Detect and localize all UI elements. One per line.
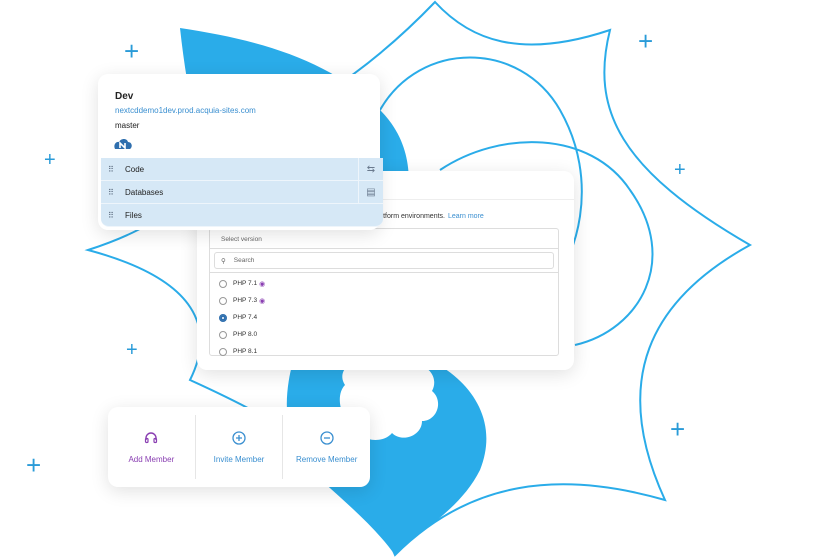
plus-decoration-icon: + <box>670 414 686 444</box>
plus-decoration-icon: + <box>124 36 140 66</box>
acquia-cloud-logo-icon <box>113 137 133 156</box>
support-icon: ◉ <box>259 297 266 305</box>
plus-decoration-icon: + <box>26 450 42 480</box>
minus-circle-icon <box>320 430 334 445</box>
plus-decoration-icon: + <box>674 159 686 181</box>
description-text: Platform environments. <box>373 213 445 220</box>
option-label: PHP 7.4 <box>233 314 258 321</box>
search-input[interactable]: ⚲ Search <box>214 252 554 269</box>
add-member-button[interactable]: Add Member <box>108 415 196 479</box>
env-row-code[interactable]: ⠿ Code ⇆ <box>101 158 383 181</box>
php-option[interactable]: PHP 7.4 <box>210 309 558 326</box>
php-description: Platform environments. Learn more <box>373 213 484 220</box>
php-option[interactable]: PHP 7.1 ◉ <box>210 275 558 292</box>
row-label: Databases <box>125 187 164 197</box>
environment-title: Dev <box>115 91 134 102</box>
option-label: PHP 8.1 <box>233 348 258 355</box>
php-version-dropdown[interactable]: Select version ⚲ Search PHP 7.1 ◉ PHP 7.3 ◉… <box>209 228 559 356</box>
php-option[interactable]: PHP 8.1 <box>210 343 558 360</box>
environment-url[interactable]: nextcddemo1dev.prod.acquia-sites.com <box>115 106 256 115</box>
drag-handle-icon[interactable]: ⠿ <box>108 211 116 219</box>
radio-button[interactable] <box>219 279 227 288</box>
plus-decoration-icon: + <box>44 149 56 171</box>
search-icon: ⚲ <box>221 257 226 265</box>
plus-circle-icon <box>232 430 246 445</box>
row-label: Code <box>125 164 145 174</box>
php-option[interactable]: PHP 8.0 <box>210 326 558 343</box>
learn-more-link[interactable]: Learn more <box>448 213 484 220</box>
members-card: Add Member Invite Member Remove Member <box>108 407 370 487</box>
option-label: PHP 7.3 <box>233 297 258 304</box>
search-placeholder: Search <box>233 257 255 264</box>
add-member-label: Add Member <box>128 454 175 464</box>
option-label: PHP 8.0 <box>233 331 258 338</box>
env-row-databases[interactable]: ⠿ Databases ▤ <box>101 181 383 204</box>
plus-decoration-icon: + <box>638 26 654 56</box>
select-version-label[interactable]: Select version <box>210 229 558 249</box>
environment-card: Dev nextcddemo1dev.prod.acquia-sites.com… <box>98 74 383 230</box>
invite-member-label: Invite Member <box>213 454 265 464</box>
row-label: Files <box>125 210 142 220</box>
switch-arrows-icon[interactable]: ⇆ <box>358 158 383 181</box>
headset-icon <box>145 431 158 443</box>
radio-button[interactable] <box>219 296 227 305</box>
invite-member-button[interactable]: Invite Member <box>196 415 284 479</box>
database-copy-icon[interactable]: ▤ <box>358 181 383 204</box>
radio-button[interactable] <box>219 347 227 356</box>
drag-handle-icon[interactable]: ⠿ <box>108 188 116 196</box>
radio-button[interactable] <box>219 330 227 339</box>
plus-decoration-icon: + <box>126 339 138 361</box>
support-icon: ◉ <box>259 280 266 288</box>
option-label: PHP 7.1 <box>233 280 258 287</box>
remove-member-button[interactable]: Remove Member <box>283 415 370 479</box>
remove-member-label: Remove Member <box>296 454 358 464</box>
drag-handle-icon[interactable]: ⠿ <box>108 165 116 173</box>
php-option[interactable]: PHP 7.3 ◉ <box>210 292 558 309</box>
radio-button-selected[interactable] <box>219 313 227 322</box>
env-row-files[interactable]: ⠿ Files <box>101 204 383 227</box>
branch-name: master <box>115 121 140 130</box>
